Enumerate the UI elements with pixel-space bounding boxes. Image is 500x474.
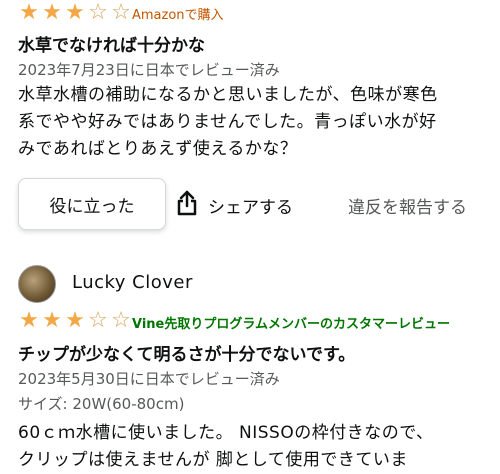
helpful-button-label: 役に立った (49, 196, 135, 217)
helpful-button[interactable]: 役に立った (18, 178, 166, 230)
star-empty-icon: ☆ (88, 0, 108, 25)
share-icon (176, 190, 198, 221)
review1-body: 水草水槽の補助になるかと思いましたが、色味が寒色 系でやや好みではありませんでし… (18, 82, 488, 163)
review2-size-info: サイズ: 20W(60-80cm) (18, 395, 185, 413)
star-full-icon: ★ (19, 308, 39, 333)
review2-body: 60ｃｍ水槽に使いました。 NISSOの枠付きなので、 クリップは使えませんが … (18, 420, 488, 474)
reviewer-name[interactable]: Lucky Clover (72, 272, 193, 293)
review2-title[interactable]: チップが少なくて明るさが十分でないです。 (18, 340, 355, 365)
star-empty-icon: ☆ (88, 308, 108, 333)
review1-body-line: 水草水槽の補助になるかと思いましたが、色味が寒色 (18, 85, 438, 105)
review2-body-line: 60ｃｍ水槽に使いました。 NISSOの枠付きなので、 (18, 423, 434, 443)
star-full-icon: ★ (42, 0, 62, 25)
star-full-icon: ★ (19, 0, 39, 25)
avatar[interactable] (18, 265, 56, 303)
review1-star-rating: ★ ★ ★ ☆ ☆ (18, 2, 132, 24)
review2-star-rating: ★ ★ ★ ☆ ☆ (18, 310, 132, 332)
review1-date: 2023年7月23日に日本でレビュー済み (18, 61, 280, 79)
review1-title[interactable]: 水草でなければ十分かな (18, 31, 205, 56)
review2-date: 2023年5月30日に日本でレビュー済み (18, 370, 280, 388)
star-full-icon: ★ (42, 308, 62, 333)
share-button[interactable]: シェアする (176, 190, 293, 221)
review2-body-line: クリップは使えませんが 脚として使用できていま (18, 450, 408, 470)
star-full-icon: ★ (65, 0, 85, 25)
star-empty-icon: ☆ (111, 0, 131, 25)
star-full-icon: ★ (65, 308, 85, 333)
review1-body-line: みであればとりあえず使えるかな？ (18, 139, 298, 159)
star-empty-icon: ☆ (111, 308, 131, 333)
verified-purchase-badge: Amazonで購入 (132, 8, 224, 23)
report-abuse-link[interactable]: 違反を報告する (348, 193, 467, 218)
vine-program-badge: Vine先取りプログラムメンバーのカスタマーレビュー (132, 317, 450, 332)
review1-body-line: 系でやや好みではありませんでした。青っぽい水が好 (18, 112, 437, 132)
share-label: シェアする (208, 198, 293, 218)
